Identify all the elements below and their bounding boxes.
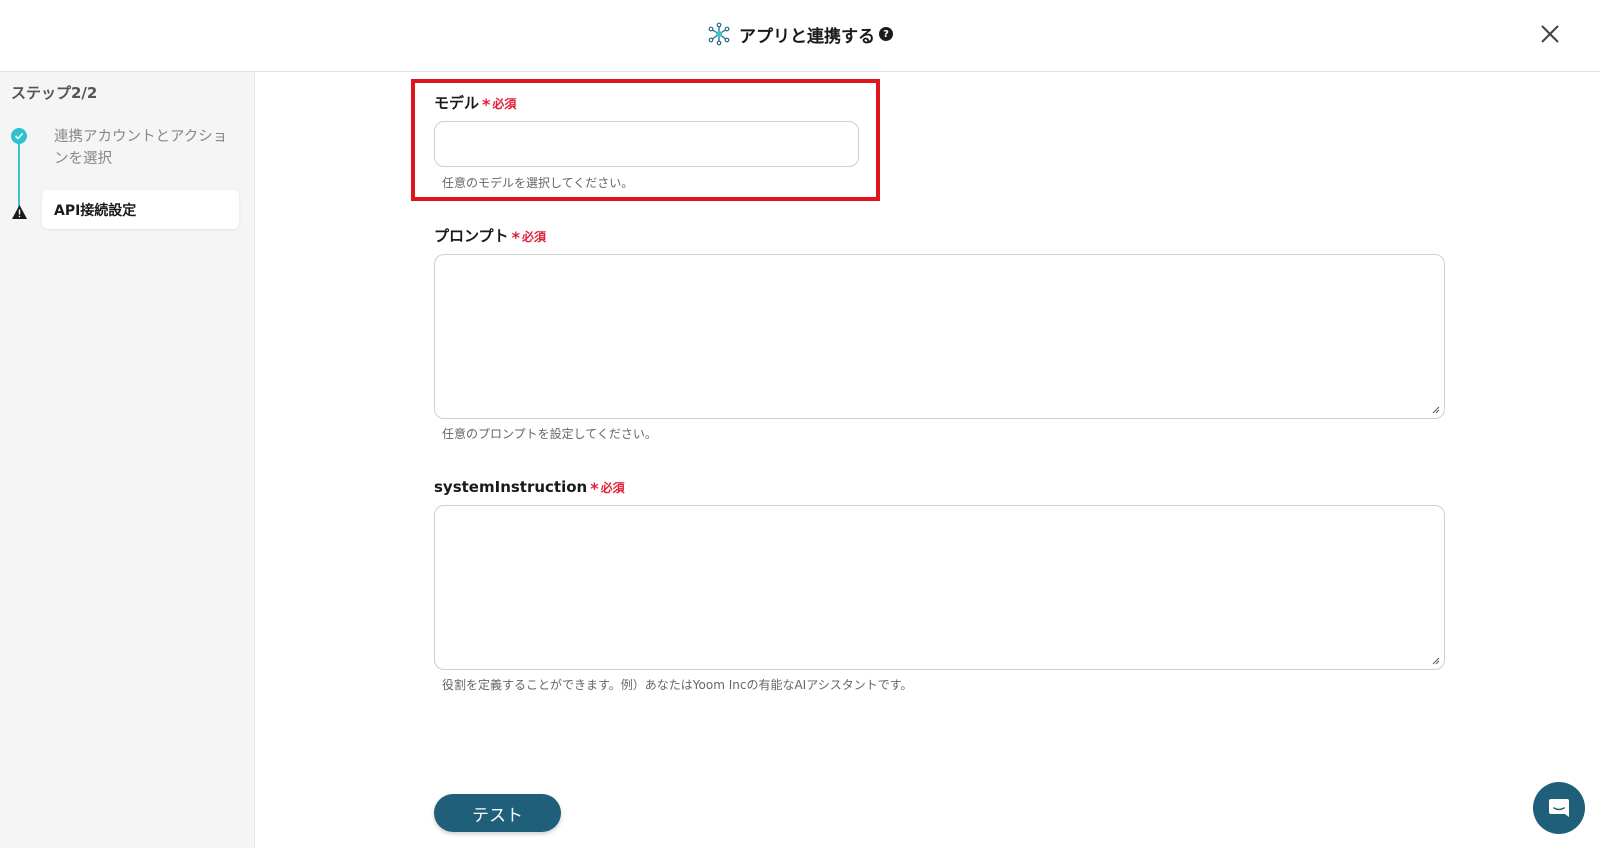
model-field-label: モデル * 必須 <box>434 92 517 114</box>
required-text: 必須 <box>521 230 546 244</box>
system-instruction-textarea[interactable] <box>434 505 1445 670</box>
prompt-helper-text: 任意のプロンプトを設定してください。 <box>442 427 657 441</box>
check-circle-icon <box>11 128 27 144</box>
modal-title-group: アプリと連携する ? <box>0 0 1600 68</box>
required-text: 必須 <box>600 481 625 495</box>
system-instruction-field-label: systemInstruction * 必須 <box>434 477 625 499</box>
warning-icon <box>11 204 28 220</box>
resize-grip-icon[interactable] <box>1431 656 1440 665</box>
prompt-textarea[interactable] <box>434 254 1445 419</box>
step-item-select-account[interactable]: 連携アカウントとアクションを選択 <box>54 126 234 170</box>
required-marker: * 必須 <box>590 479 625 498</box>
chat-bubble-icon[interactable] <box>1533 782 1585 834</box>
prompt-field-label: プロンプト * 必須 <box>434 225 546 247</box>
required-marker: * 必須 <box>482 95 517 114</box>
model-label-text: モデル <box>434 94 480 112</box>
step-item-api-settings[interactable]: API接続設定 <box>42 190 239 229</box>
network-hub-icon <box>707 22 731 46</box>
help-circle-icon[interactable]: ? <box>879 27 893 41</box>
model-helper-text: 任意のモデルを選択してください。 <box>442 176 634 190</box>
step-item-label: API接続設定 <box>54 202 137 219</box>
prompt-label-text: プロンプト <box>434 227 509 245</box>
step-progress-line <box>18 138 20 208</box>
system-instruction-helper-text: 役割を定義することができます。例）あなたはYoom Incの有能なAIアシスタン… <box>442 678 913 692</box>
modal-title: アプリと連携する <box>739 26 875 47</box>
close-icon[interactable] <box>1536 20 1564 48</box>
resize-grip-icon[interactable] <box>1431 405 1440 414</box>
step-counter: ステップ2/2 <box>11 84 98 102</box>
modal-header: アプリと連携する ? <box>0 0 1600 72</box>
test-button[interactable]: テスト <box>434 794 561 832</box>
required-marker: * 必須 <box>511 228 546 247</box>
system-instruction-label-text: systemInstruction <box>434 477 588 496</box>
required-text: 必須 <box>492 97 517 111</box>
model-select[interactable] <box>434 121 859 167</box>
step-sidebar: ステップ2/2 連携アカウントとアクションを選択 API接続設定 <box>0 72 255 848</box>
